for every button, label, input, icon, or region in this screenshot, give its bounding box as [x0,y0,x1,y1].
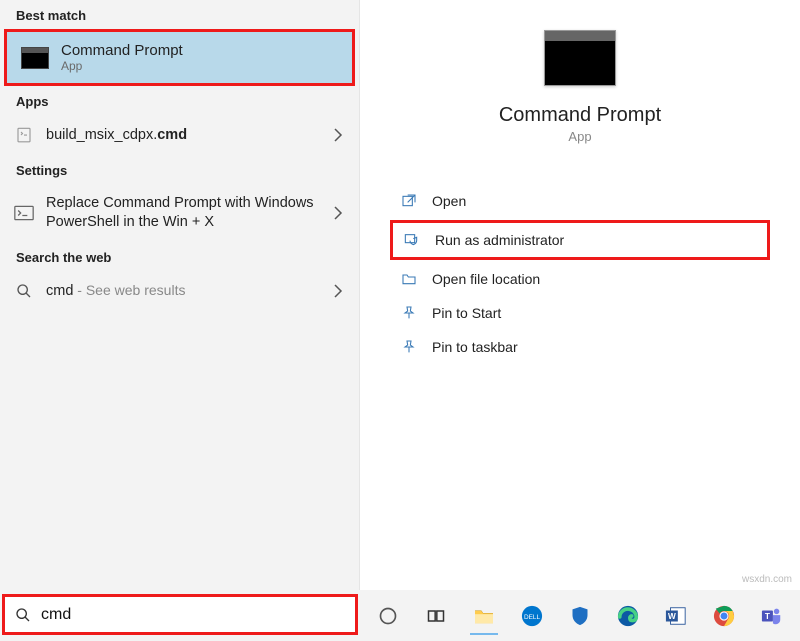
action-pin-to-taskbar[interactable]: Pin to taskbar [390,330,770,364]
svg-text:T: T [765,611,770,620]
taskbar-row: DELL W T [0,590,800,641]
search-icon [15,607,31,623]
chevron-right-icon [333,128,343,142]
svg-text:DELL: DELL [524,613,540,620]
terminal-icon [14,203,34,223]
taskbar-button-edge[interactable] [608,595,648,637]
action-run-as-admin[interactable]: Run as administrator [390,220,770,260]
section-search-web: Search the web [0,242,359,271]
taskbar-button-teams[interactable]: T [752,595,792,637]
taskbar-button-word[interactable]: W [656,595,696,637]
edge-icon [616,604,640,628]
chrome-icon [712,604,736,628]
cortana-icon [376,604,400,628]
section-settings: Settings [0,155,359,184]
taskbar-button-taskview[interactable] [416,595,456,637]
file-explorer-icon [472,604,496,628]
taskbar-button-security[interactable] [560,595,600,637]
teams-icon: T [760,604,784,628]
settings-result-label: Replace Command Prompt with Windows Powe… [46,194,323,232]
actions-list: Open Run as administrator Open file loca… [390,184,770,364]
search-box[interactable] [2,594,358,635]
search-results-panel: Best match Command Prompt App Apps build… [0,0,360,590]
apps-result-item[interactable]: build_msix_cdpx.cmd [0,115,359,155]
action-label: Open [432,193,466,209]
open-icon [400,192,418,210]
pin-start-icon [400,304,418,322]
admin-shield-icon [403,231,421,249]
best-match-title: Command Prompt [61,42,183,59]
taskbar: DELL W T [360,590,800,641]
cmd-icon-large [544,30,616,86]
pin-taskbar-icon [400,338,418,356]
task-view-icon [424,604,448,628]
web-result-item[interactable]: cmd - See web results [0,271,359,311]
action-label: Run as administrator [435,232,564,248]
action-pin-to-start[interactable]: Pin to Start [390,296,770,330]
app-subtitle: App [568,129,591,144]
taskbar-button-cortana[interactable] [368,595,408,637]
taskbar-button-explorer[interactable] [464,595,504,637]
action-open-file-location[interactable]: Open file location [390,262,770,296]
action-open[interactable]: Open [390,184,770,218]
action-label: Open file location [432,271,540,287]
section-apps: Apps [0,86,359,115]
apps-result-label: build_msix_cdpx.cmd [46,126,187,145]
details-panel: Command Prompt App Open Run as administr… [360,0,800,590]
best-match-subtitle: App [61,59,183,73]
best-match-result[interactable]: Command Prompt App [4,29,355,86]
watermark: wsxdn.com [742,574,792,585]
chevron-right-icon [333,284,343,298]
taskbar-button-dell[interactable]: DELL [512,595,552,637]
settings-result-item[interactable]: Replace Command Prompt with Windows Powe… [0,184,359,242]
section-best-match: Best match [0,0,359,29]
taskbar-button-chrome[interactable] [704,595,744,637]
app-title: Command Prompt [499,104,661,127]
folder-icon [400,270,418,288]
cmd-icon [21,47,49,69]
web-result-label: cmd - See web results [46,281,185,301]
dell-icon: DELL [520,604,544,628]
action-label: Pin to Start [432,305,501,321]
svg-text:W: W [668,611,676,620]
search-input[interactable] [41,606,345,624]
chevron-right-icon [333,206,343,220]
script-file-icon [14,125,34,145]
search-icon [14,281,34,301]
action-label: Pin to taskbar [432,339,518,355]
word-icon: W [664,604,688,628]
shield-icon [568,604,592,628]
